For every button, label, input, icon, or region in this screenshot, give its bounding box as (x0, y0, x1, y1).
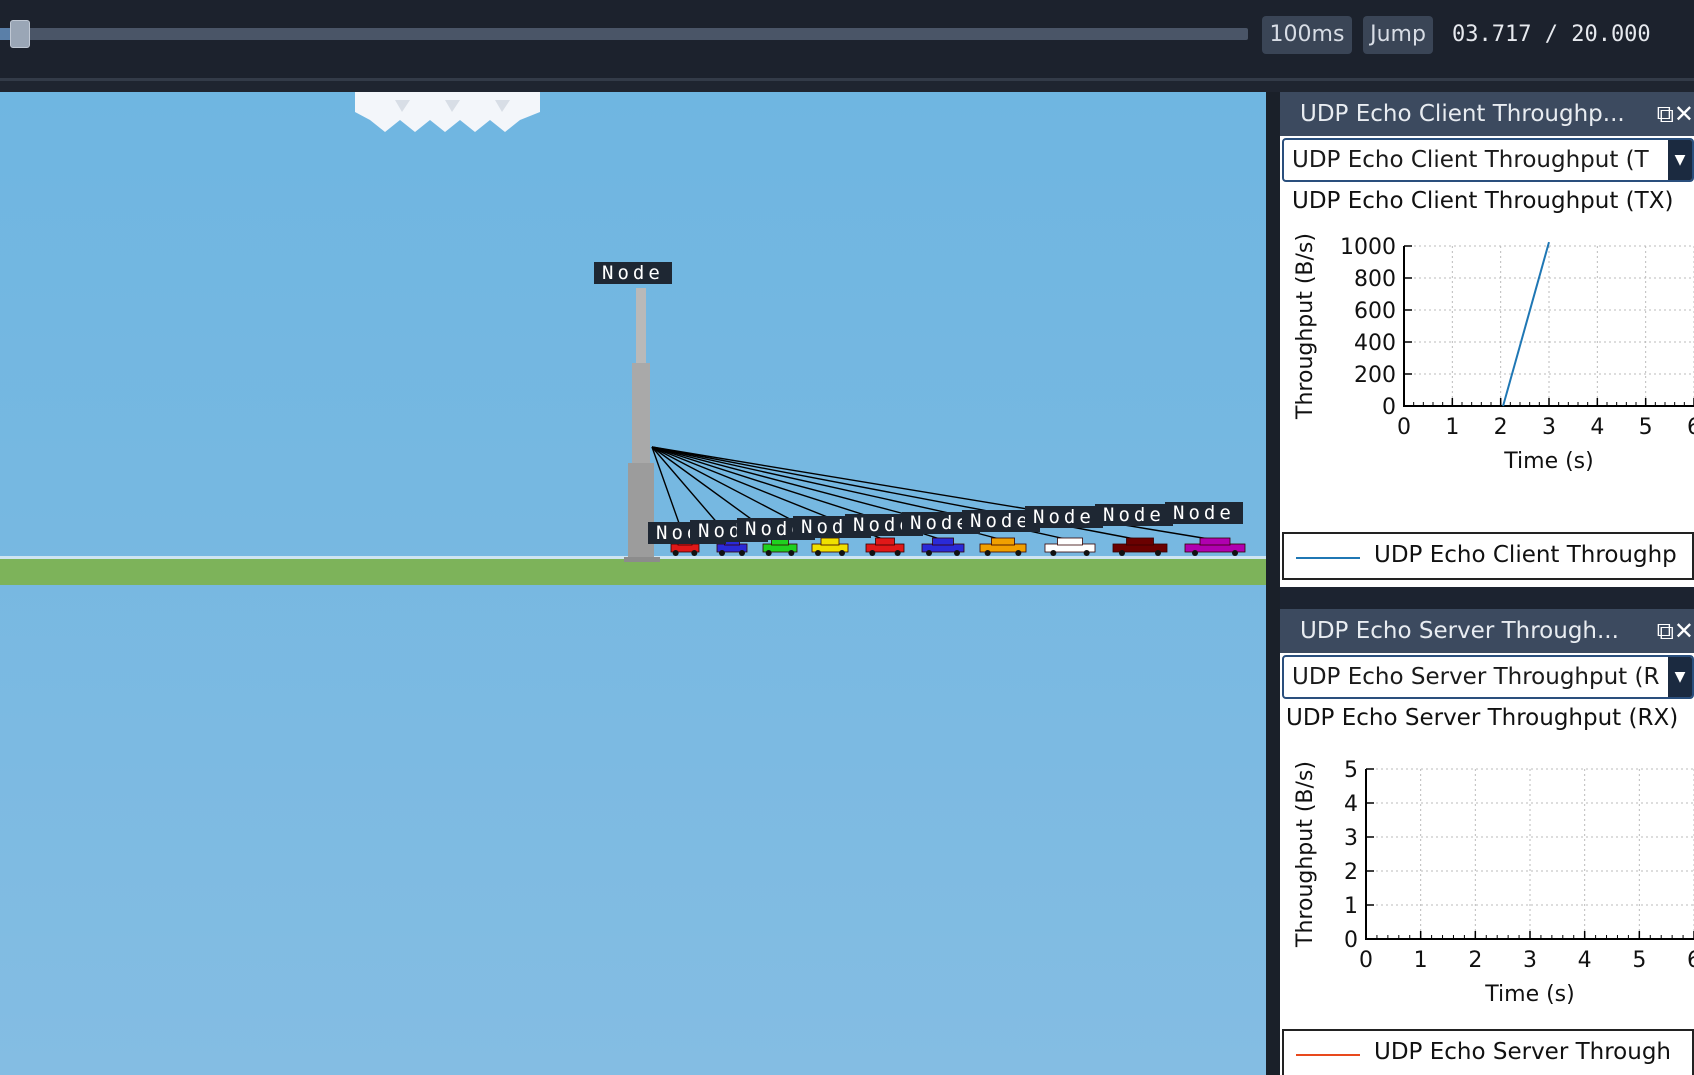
chevron-down-icon[interactable]: ▼ (1668, 140, 1692, 180)
step-interval-button[interactable]: 100ms (1262, 16, 1352, 54)
series-select[interactable]: UDP Echo Server Throughput (R ▼ (1282, 655, 1694, 699)
float-icon[interactable]: ⧉ (1657, 617, 1674, 645)
chart-title: UDP Echo Server Throughput (RX) (1286, 705, 1679, 731)
simulation-scene[interactable]: Node Node Node Node Node Node Node Node Node Nod… (0, 92, 1266, 1075)
car-node-label: Node (1095, 504, 1173, 526)
chart-legend: UDP Echo Server Through (1282, 1029, 1694, 1075)
x-tick-label: 2 (1494, 415, 1508, 440)
legend-label: UDP Echo Server Through (1374, 1039, 1672, 1065)
y-tick-label: 0 (1382, 395, 1396, 420)
y-tick-label: 1 (1344, 894, 1358, 919)
jump-button[interactable]: Jump (1363, 16, 1433, 54)
y-axis-label: Throughput (B/s) (1293, 233, 1318, 420)
legend-swatch (1296, 557, 1360, 559)
legend-label: UDP Echo Client Throughp (1374, 542, 1677, 568)
car-icon (1184, 537, 1246, 556)
y-tick-label: 3 (1344, 826, 1358, 851)
legend-swatch (1296, 1054, 1360, 1056)
close-icon[interactable]: ✕ (1674, 100, 1694, 128)
dock-splitter[interactable] (1266, 92, 1280, 1075)
tower-node-label: Node (594, 262, 672, 284)
x-tick-label: 6 (1687, 948, 1694, 973)
x-tick-label: 4 (1590, 415, 1604, 440)
car-icon (1112, 537, 1168, 556)
car-icon (762, 537, 798, 556)
series-select[interactable]: UDP Echo Client Throughput (T ▼ (1282, 138, 1694, 182)
server-throughput-chart: 0 1 2 3 4 5 6 0 1 2 3 4 5 Time (s) Throughput (B/s) (1293, 758, 1694, 1007)
x-tick-label: 3 (1542, 415, 1556, 440)
car-icon (1044, 537, 1096, 556)
x-tick-label: 3 (1523, 948, 1537, 973)
x-axis-label: Time (s) (1503, 449, 1593, 474)
y-tick-label: 0 (1344, 928, 1358, 953)
chart-title: UDP Echo Client Throughput (TX) (1292, 188, 1674, 214)
float-icon[interactable]: ⧉ (1657, 100, 1674, 128)
x-tick-label: 6 (1687, 415, 1694, 440)
y-axis-label: Throughput (B/s) (1293, 761, 1318, 948)
chart-legend: UDP Echo Client Throughp (1282, 532, 1694, 580)
car-node-label: Node (1025, 506, 1103, 528)
timeline-handle[interactable] (10, 20, 30, 48)
series-select-value: UDP Echo Server Throughput (R (1292, 664, 1660, 690)
client-throughput-panel: UDP Echo Client Throughp... ⧉✕ UDP Echo … (1280, 92, 1694, 587)
chevron-down-icon[interactable]: ▼ (1668, 657, 1692, 697)
scene-canvas (0, 92, 1266, 585)
x-tick-label: 5 (1639, 415, 1653, 440)
car-icon (865, 537, 905, 556)
y-tick-label: 4 (1344, 792, 1358, 817)
y-tick-label: 5 (1344, 758, 1358, 783)
series-select-value: UDP Echo Client Throughput (T (1292, 147, 1649, 173)
y-tick-label: 800 (1354, 267, 1396, 292)
x-tick-label: 5 (1632, 948, 1646, 973)
y-tick-label: 1000 (1340, 235, 1396, 260)
ground-strip (0, 559, 1266, 585)
client-throughput-chart: 0 1 2 3 4 5 6 0 200 400 600 800 1000 Time (s) Throughp… (1293, 233, 1694, 474)
cell-tower-icon (624, 288, 660, 562)
server-throughput-panel: UDP Echo Server Through... ⧉✕ UDP Echo S… (1280, 609, 1694, 1075)
series-line (1502, 241, 1550, 407)
timeline-slider[interactable] (0, 28, 1248, 40)
x-tick-label: 0 (1359, 948, 1373, 973)
panel-title: UDP Echo Server Through... (1300, 618, 1619, 644)
panel-titlebar[interactable]: UDP Echo Client Throughp... ⧉✕ (1280, 92, 1694, 136)
car-icon (921, 537, 965, 556)
y-tick-label: 2 (1344, 860, 1358, 885)
x-tick-label: 2 (1468, 948, 1482, 973)
playback-toolbar: 100ms Jump 03.717 / 20.000 (0, 0, 1694, 81)
car-icon (811, 537, 849, 556)
y-tick-label: 400 (1354, 331, 1396, 356)
car-icon (979, 537, 1027, 556)
x-tick-label: 0 (1397, 415, 1411, 440)
panel-title: UDP Echo Client Throughp... (1300, 101, 1625, 127)
time-readout: 03.717 / 20.000 (1452, 22, 1651, 47)
x-tick-label: 4 (1578, 948, 1592, 973)
y-tick-label: 600 (1354, 299, 1396, 324)
car-node-label: Node (1165, 502, 1243, 524)
panel-titlebar[interactable]: UDP Echo Server Through... ⧉✕ (1280, 609, 1694, 653)
x-tick-label: 1 (1445, 415, 1459, 440)
y-tick-label: 200 (1354, 363, 1396, 388)
panel-divider (1280, 587, 1694, 609)
x-axis-label: Time (s) (1484, 982, 1574, 1007)
x-tick-label: 1 (1414, 948, 1428, 973)
close-icon[interactable]: ✕ (1674, 617, 1694, 645)
cloud-icon (355, 92, 540, 132)
